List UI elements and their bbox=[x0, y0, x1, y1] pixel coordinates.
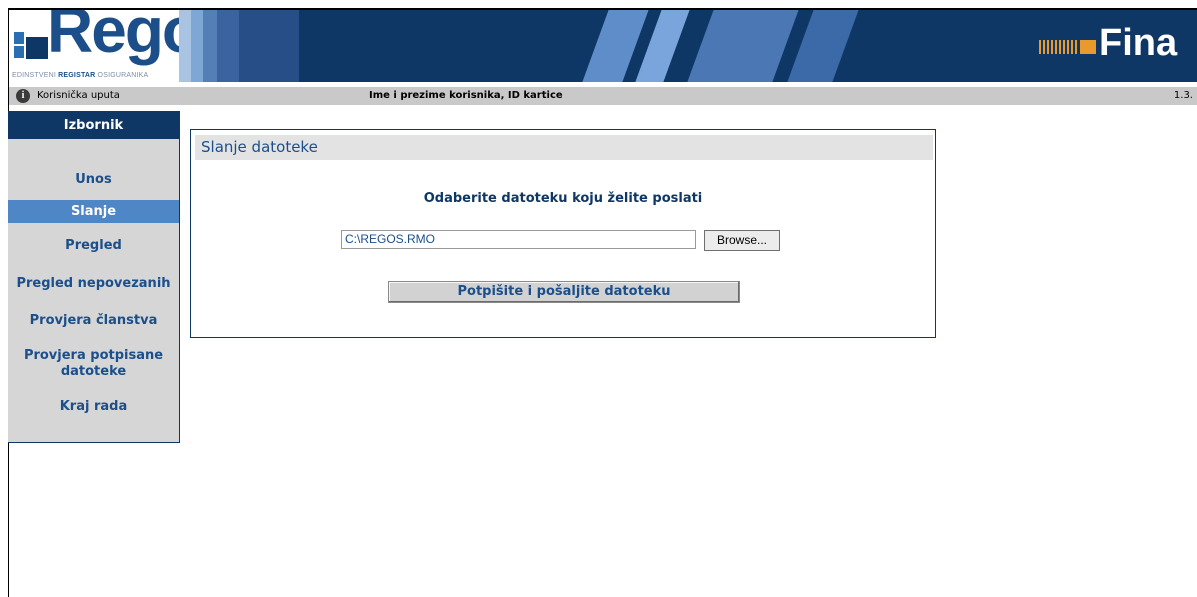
sidebar-item-slanje[interactable]: Slanje bbox=[8, 200, 179, 223]
logo-mark-square bbox=[26, 37, 48, 59]
info-icon[interactable]: i bbox=[16, 89, 30, 103]
sidebar-item-pregled[interactable]: Pregled bbox=[8, 238, 179, 253]
status-bar: i Korisnička uputa Ime i prezime korisni… bbox=[9, 87, 1197, 105]
sidebar-item-provjera-clanstva[interactable]: Provjera članstva bbox=[8, 313, 179, 328]
upload-prompt: Odaberite datoteku koju želite poslati bbox=[423, 191, 703, 206]
sidebar-item-unos[interactable]: Unos bbox=[8, 172, 179, 187]
sidebar-item-pregled-nepovezanih[interactable]: Pregled nepovezanih bbox=[8, 276, 179, 291]
header-banner: Regos EDINSTVENI REGISTAR OSIGURANIKA Fi… bbox=[9, 10, 1197, 82]
banner-decor-bars bbox=[179, 10, 359, 82]
logo-subtitle: EDINSTVENI REGISTAR OSIGURANIKA bbox=[12, 72, 149, 79]
sidebar-item-kraj-rada[interactable]: Kraj rada bbox=[8, 399, 179, 414]
fina-logo-mark bbox=[1080, 40, 1096, 54]
sign-and-send-button[interactable]: Potpišite i pošaljite datoteku bbox=[388, 281, 740, 303]
panel-title: Slanje datoteke bbox=[195, 135, 933, 160]
file-path-input[interactable]: C:\REGOS.RMO bbox=[341, 230, 696, 249]
logo-mark-square bbox=[14, 46, 24, 58]
sidebar-item-provjera-potpisane-datoteke[interactable]: Provjera potpisane datoteke bbox=[8, 348, 179, 380]
user-info: Ime i prezime korisnika, ID kartice bbox=[369, 90, 563, 101]
sidebar-title: Izbornik bbox=[8, 112, 179, 139]
user-manual-link[interactable]: Korisnička uputa bbox=[37, 90, 120, 101]
fina-logo: Fina bbox=[1099, 22, 1178, 64]
fina-logo-stripes bbox=[1039, 40, 1079, 54]
logo-mark-square bbox=[14, 32, 24, 44]
upload-panel: Slanje datoteke Odaberite datoteku koju … bbox=[190, 129, 936, 338]
sidebar-menu: Izbornik Unos Slanje Pregled Pregled nep… bbox=[8, 111, 180, 443]
version-label: 1.3. bbox=[1173, 90, 1193, 101]
banner-decor-slash bbox=[682, 10, 801, 82]
regos-logo: Regos EDINSTVENI REGISTAR OSIGURANIKA bbox=[9, 10, 235, 82]
browse-button[interactable]: Browse... bbox=[704, 230, 780, 251]
